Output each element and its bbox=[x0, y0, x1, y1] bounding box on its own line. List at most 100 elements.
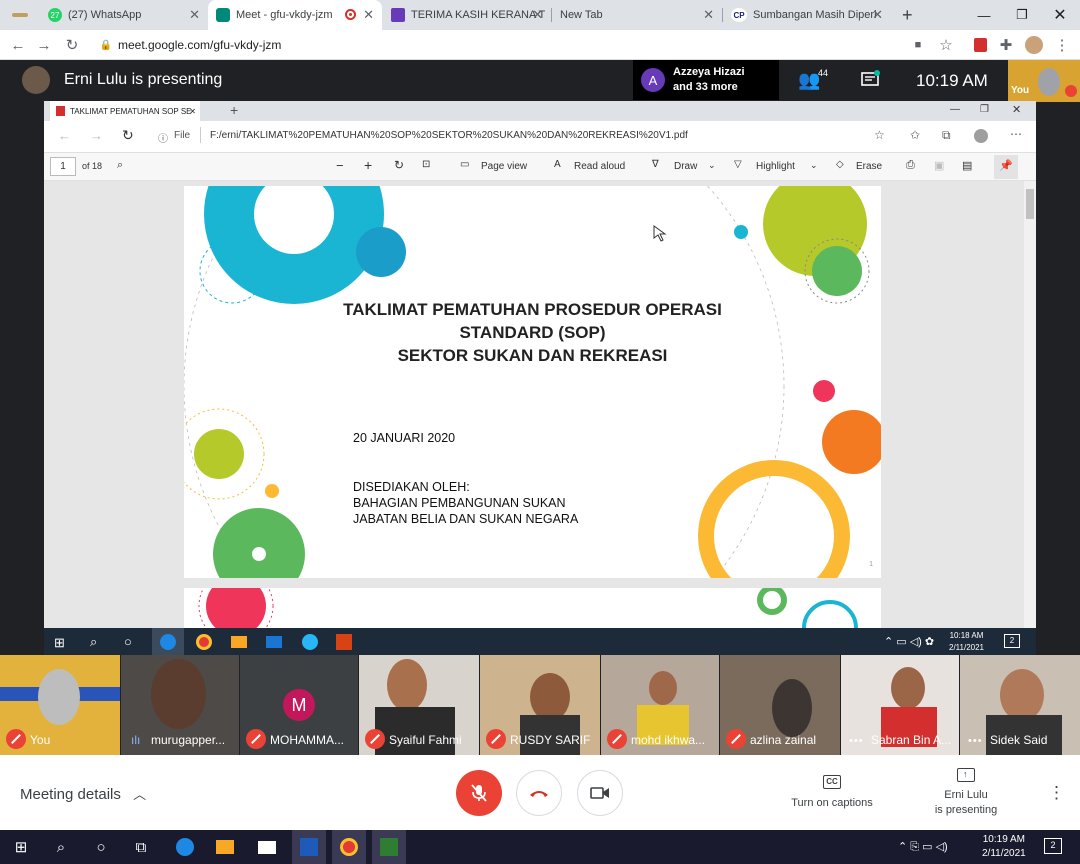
file-path[interactable]: F:/erni/TAKLIMAT%20PEMATUHAN%20SOP%20SEK… bbox=[210, 130, 688, 141]
forward-icon[interactable]: → bbox=[90, 128, 103, 143]
rotate-icon[interactable]: ↻ bbox=[394, 158, 404, 172]
chevron-down-icon[interactable]: ⌄ bbox=[708, 160, 716, 171]
edge-new-tab-icon[interactable]: + bbox=[230, 102, 238, 118]
profile-avatar[interactable] bbox=[974, 129, 988, 143]
chrome-taskbar-icon[interactable] bbox=[332, 830, 366, 864]
participant-tile[interactable]: ılı murugapper... bbox=[121, 655, 239, 755]
recording-icon bbox=[345, 9, 356, 20]
close-icon[interactable]: ✕ bbox=[189, 7, 200, 23]
chrome-menu-icon[interactable]: ⋮ bbox=[1052, 35, 1072, 55]
add-favorite-icon[interactable]: ☆ bbox=[874, 128, 885, 142]
participant-tile[interactable]: azlina zainal bbox=[720, 655, 840, 755]
participant-tile[interactable]: M MOHAMMA... bbox=[240, 655, 358, 755]
tab-sumbangan[interactable]: CP Sumbangan Masih Diperl ✕ bbox=[723, 0, 891, 30]
new-tab-button[interactable]: + bbox=[896, 0, 922, 30]
close-icon[interactable]: ✕ bbox=[363, 7, 374, 23]
file-explorer-icon[interactable] bbox=[214, 836, 236, 858]
more-options-icon[interactable]: ••• bbox=[849, 735, 864, 747]
participant-tile[interactable]: Syaiful Fahmi bbox=[359, 655, 479, 755]
participant-tile[interactable]: RUSDY SARIF bbox=[480, 655, 600, 755]
tab-sumbangan-label: Sumbangan Masih Diperl bbox=[753, 9, 877, 21]
back-icon[interactable]: ← bbox=[58, 128, 71, 143]
participant-tile[interactable]: ••• Sabran Bin A... bbox=[841, 655, 959, 755]
page-number-input[interactable]: 1 bbox=[50, 157, 76, 176]
captions-button[interactable]: Turn on captions bbox=[782, 796, 882, 811]
mail-icon[interactable] bbox=[256, 836, 278, 858]
minimize-icon[interactable]: — bbox=[950, 104, 960, 115]
page-view-button[interactable]: Page view bbox=[481, 161, 527, 172]
highlight-button[interactable]: Highlight bbox=[756, 161, 795, 172]
window-close-icon[interactable]: ✕ bbox=[1040, 0, 1080, 30]
edge-tab-pdf[interactable]: TAKLIMAT PEMATUHAN SOP SE ✕ bbox=[50, 101, 200, 121]
draw-button[interactable]: Draw bbox=[674, 161, 697, 172]
pdf-extension-icon[interactable] bbox=[970, 35, 990, 55]
read-aloud-button[interactable]: Read aloud bbox=[574, 161, 625, 172]
save-as-icon[interactable]: ▤ bbox=[962, 159, 972, 172]
word-taskbar-icon[interactable] bbox=[292, 830, 326, 864]
windows-start-icon[interactable]: ⊞ bbox=[10, 836, 32, 858]
zoom-out-icon[interactable]: − bbox=[336, 158, 344, 173]
tab-pinned[interactable] bbox=[4, 0, 36, 30]
more-options-icon[interactable]: ⋮ bbox=[1048, 783, 1065, 803]
notification-center-icon[interactable]: 2 bbox=[1044, 838, 1062, 854]
mic-toggle-button[interactable] bbox=[456, 770, 502, 816]
url-field[interactable]: meet.google.com/gfu-vkdy-jzm bbox=[118, 35, 281, 55]
more-icon[interactable]: ⋯ bbox=[1010, 127, 1022, 141]
pdf-page-2 bbox=[184, 588, 881, 628]
back-icon[interactable]: ← bbox=[8, 35, 28, 55]
close-icon[interactable]: ✕ bbox=[872, 7, 883, 23]
system-tray-icons[interactable]: ⌃ ⎘ ▭ ◁) bbox=[898, 836, 978, 858]
app-taskbar-icon[interactable] bbox=[372, 830, 406, 864]
close-icon[interactable]: ✕ bbox=[189, 107, 196, 116]
taskbar-clock[interactable]: 10:19 AM 2/11/2021 bbox=[982, 833, 1026, 861]
close-icon[interactable]: ✕ bbox=[532, 7, 543, 23]
camera-in-use-icon[interactable]: ■ bbox=[908, 35, 928, 55]
search-icon[interactable]: ⌕ bbox=[117, 159, 123, 172]
pin-toolbar-icon[interactable]: 📌 bbox=[994, 155, 1018, 179]
close-icon[interactable]: ✕ bbox=[703, 7, 714, 23]
profile-avatar[interactable] bbox=[1024, 35, 1044, 55]
tab-new-tab[interactable]: New Tab ✕ bbox=[552, 0, 722, 30]
search-icon[interactable]: ⌕ bbox=[50, 836, 72, 858]
window-close-icon[interactable]: ✕ bbox=[1012, 103, 1021, 116]
collections-icon[interactable]: ⧉ bbox=[942, 128, 951, 143]
chevron-down-icon[interactable]: ⌄ bbox=[810, 160, 818, 171]
more-options-icon[interactable]: ••• bbox=[968, 735, 983, 747]
participant-strip: You ılı murugapper... M MOHAMMA... Syaif… bbox=[0, 655, 1080, 755]
forward-icon[interactable]: → bbox=[34, 35, 54, 55]
cortana-icon: ○ bbox=[124, 634, 132, 649]
zoom-in-icon[interactable]: + bbox=[364, 157, 372, 173]
browser-tab-strip: 27 (27) WhatsApp ✕ Meet - gfu-vkdy-jzm ✕… bbox=[0, 0, 1080, 30]
tab-whatsapp[interactable]: 27 (27) WhatsApp ✕ bbox=[40, 0, 208, 30]
restore-icon[interactable]: ❐ bbox=[1002, 0, 1042, 30]
restore-icon[interactable]: ❐ bbox=[980, 104, 989, 115]
reload-icon[interactable]: ↻ bbox=[122, 127, 134, 144]
extensions-puzzle-icon[interactable]: ✚ bbox=[996, 35, 1016, 55]
scrollbar-thumb[interactable] bbox=[1026, 189, 1034, 219]
bookmark-star-icon[interactable]: ☆ bbox=[936, 35, 956, 55]
participant-tile[interactable]: You bbox=[0, 655, 120, 755]
leave-call-button[interactable] bbox=[516, 770, 562, 816]
print-icon[interactable]: ⎙ bbox=[906, 159, 915, 172]
tab-terima-kasih[interactable]: TERIMA KASIH KERANA T ✕ bbox=[383, 0, 551, 30]
participant-tile[interactable]: mohd ikhwa... bbox=[601, 655, 719, 755]
inner-clock-time: 10:18 AM bbox=[949, 631, 984, 640]
camera-toggle-button[interactable] bbox=[577, 770, 623, 816]
edge-taskbar-icon[interactable] bbox=[174, 836, 196, 858]
erase-button[interactable]: Erase bbox=[856, 161, 882, 172]
chat-button[interactable] bbox=[860, 70, 882, 92]
pdf-scrollbar[interactable] bbox=[1024, 181, 1036, 628]
participant-tile[interactable]: ••• Sidek Said bbox=[960, 655, 1080, 755]
lock-icon[interactable]: 🔒 bbox=[96, 35, 116, 55]
favorites-icon[interactable]: ✩ bbox=[910, 128, 920, 142]
people-button[interactable]: 👥 44 bbox=[798, 68, 828, 92]
minimize-icon[interactable]: — bbox=[964, 0, 1004, 30]
tab-meet[interactable]: Meet - gfu-vkdy-jzm ✕ bbox=[208, 0, 382, 30]
meeting-details-button[interactable]: Meeting details ︿ bbox=[20, 784, 146, 803]
task-view-icon[interactable]: ⧉ bbox=[130, 836, 152, 858]
presenting-status-button[interactable]: Erni Lulu is presenting bbox=[916, 788, 1016, 818]
cortana-icon[interactable]: ○ bbox=[90, 836, 112, 858]
reload-icon[interactable]: ↻ bbox=[62, 35, 82, 55]
fit-page-icon[interactable]: ⊡ bbox=[422, 159, 430, 170]
save-icon[interactable]: ▣ bbox=[934, 159, 944, 172]
